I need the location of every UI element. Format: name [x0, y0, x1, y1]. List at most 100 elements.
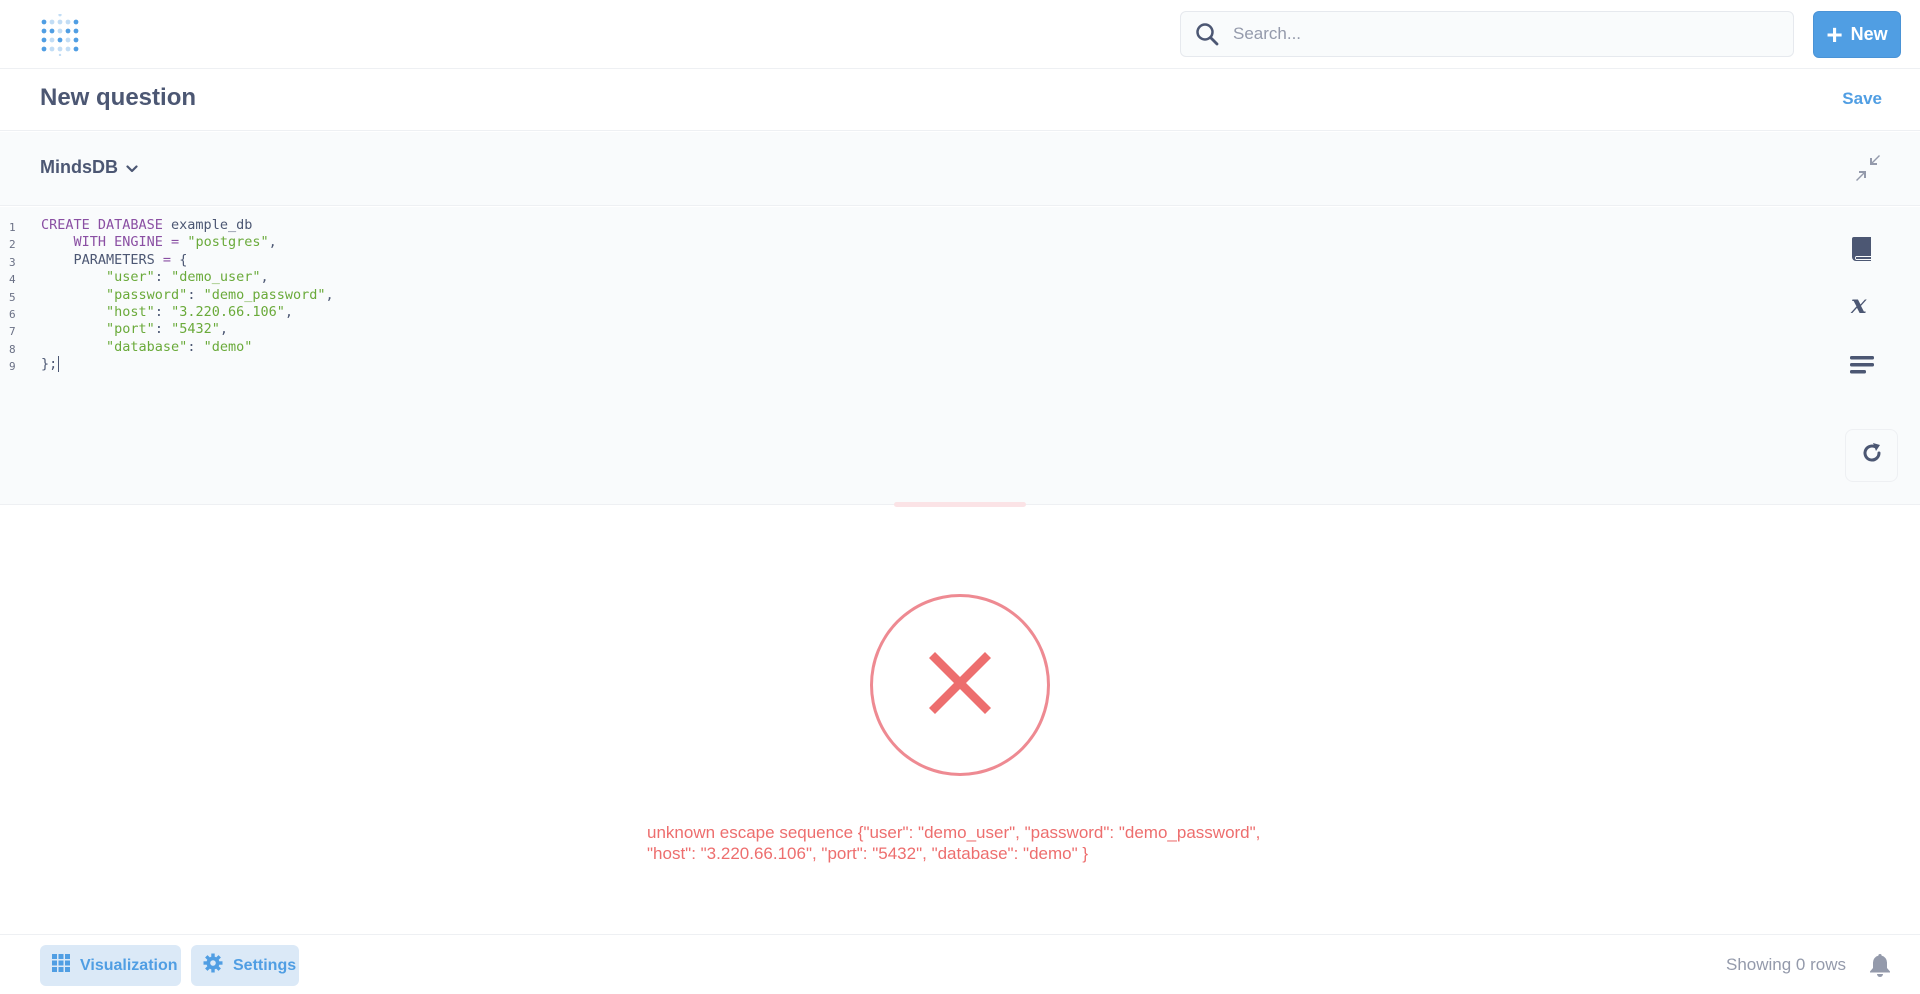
- svg-text:x: x: [1850, 291, 1867, 319]
- visualization-label: Visualization: [80, 956, 178, 974]
- search-icon: [1195, 22, 1219, 46]
- code-line[interactable]: 1 CREATE DATABASE example_db: [0, 217, 334, 234]
- save-button[interactable]: Save: [1842, 89, 1882, 109]
- gear-icon: [203, 953, 223, 978]
- top-navigation: + New: [0, 0, 1920, 69]
- bell-icon[interactable]: [1869, 953, 1891, 977]
- code-token: "postgres": [187, 234, 269, 251]
- code-token: "password": [106, 286, 188, 303]
- text-cursor: [58, 356, 60, 373]
- refresh-icon: [1860, 441, 1884, 470]
- code-text: WITH ENGINE = "postgres",: [30, 234, 277, 251]
- new-button[interactable]: + New: [1813, 11, 1901, 58]
- line-number: 7: [9, 325, 16, 339]
- code-token: {: [171, 251, 188, 268]
- close-icon: [927, 650, 993, 721]
- new-button-label: New: [1850, 24, 1888, 44]
- code-token: "database": [106, 338, 188, 355]
- code-token: :: [187, 286, 204, 303]
- code-line[interactable]: 2 WITH ENGINE = "postgres",: [0, 234, 334, 251]
- line-number: 2: [9, 238, 16, 252]
- settings-button[interactable]: Settings: [191, 945, 299, 986]
- page-title[interactable]: New question: [40, 84, 196, 112]
- visualization-button[interactable]: Visualization: [40, 945, 181, 986]
- code-text: "host": "3.220.66.106",: [30, 304, 293, 321]
- collapse-icon[interactable]: [1854, 154, 1882, 182]
- snippet-icon[interactable]: [1848, 351, 1876, 379]
- code-token: "port": [106, 321, 155, 338]
- code-lines[interactable]: 1 CREATE DATABASE example_db 2 WITH ENGINE…: [0, 217, 334, 374]
- code-token: ,: [268, 234, 277, 251]
- error-message: unknown escape sequence {"user": "demo_u…: [647, 822, 1287, 864]
- resize-handle[interactable]: [894, 502, 1026, 507]
- chevron-down-icon: [126, 157, 138, 178]
- code-token: =: [162, 251, 172, 268]
- line-number: 8: [9, 342, 16, 356]
- code-line[interactable]: 3 PARAMETERS = {: [0, 252, 334, 269]
- code-text: };: [30, 356, 60, 373]
- code-token: :: [154, 269, 172, 286]
- code-token: ,: [260, 269, 269, 286]
- code-text: PARAMETERS = {: [30, 251, 188, 269]
- code-token: example_db: [162, 217, 253, 233]
- code-token: "user": [106, 269, 155, 286]
- search-input[interactable]: [1233, 24, 1753, 44]
- code-line[interactable]: 7 "port": "5432",: [0, 321, 334, 338]
- metabase-logo-icon[interactable]: [40, 13, 80, 57]
- code-text: "user": "demo_user",: [30, 269, 269, 286]
- row-count: Showing 0 rows: [1726, 955, 1847, 974]
- database-selector-bar: MindsDB: [0, 132, 1920, 206]
- line-number: 4: [9, 273, 16, 287]
- code-line[interactable]: 4 "user": "demo_user",: [0, 269, 334, 286]
- code-token: "host": [106, 303, 155, 320]
- footer-bar: Visualization Settings Showing 0 rows: [0, 934, 1920, 994]
- sql-editor[interactable]: 1 CREATE DATABASE example_db 2 WITH ENGINE…: [0, 207, 1920, 505]
- code-text: "database": "demo": [30, 339, 252, 356]
- code-token: PARAMETERS: [41, 251, 163, 268]
- book-icon[interactable]: [1848, 234, 1876, 262]
- line-number: 9: [9, 360, 16, 374]
- line-number: 1: [9, 221, 16, 234]
- code-line[interactable]: 6 "host": "3.220.66.106",: [0, 304, 334, 321]
- database-name: MindsDB: [40, 157, 118, 177]
- database-picker[interactable]: MindsDB: [40, 157, 138, 178]
- code-token: ,: [219, 321, 228, 338]
- code-text: "password": "demo_password",: [30, 287, 334, 304]
- question-header: New question Save: [0, 70, 1920, 131]
- code-token: WITH ENGINE =: [73, 234, 188, 251]
- line-number: 6: [9, 307, 16, 321]
- line-number: 3: [9, 255, 16, 269]
- run-query-button[interactable]: [1845, 429, 1898, 482]
- line-number: 5: [9, 290, 16, 304]
- code-token: :: [154, 321, 172, 338]
- code-token: "demo": [203, 338, 253, 355]
- code-line[interactable]: 9};: [0, 356, 334, 373]
- code-token: CREATE DATABASE: [41, 217, 163, 233]
- code-token: ,: [284, 303, 294, 320]
- settings-label: Settings: [233, 956, 297, 974]
- code-token: "demo_user": [171, 269, 261, 286]
- code-token: "demo_password": [203, 286, 326, 303]
- search-bar[interactable]: [1180, 11, 1794, 57]
- error-message-line-2: "host": "3.220.66.106", "port": "5432", …: [647, 844, 1089, 863]
- code-line[interactable]: 5 "password": "demo_password",: [0, 287, 334, 304]
- code-token: };: [41, 356, 58, 373]
- error-indicator: [870, 594, 1050, 776]
- code-text: CREATE DATABASE example_db: [30, 217, 252, 234]
- grid-icon: [52, 954, 70, 977]
- code-token: "5432": [171, 321, 220, 338]
- code-token: :: [154, 303, 172, 320]
- error-message-line-1: unknown escape sequence {"user": "demo_u…: [647, 823, 1261, 842]
- code-token: ,: [325, 286, 334, 303]
- plus-icon: +: [1826, 18, 1843, 50]
- variable-icon[interactable]: x: [1848, 290, 1876, 320]
- code-token: :: [187, 338, 204, 355]
- code-line[interactable]: 8 "database": "demo": [0, 339, 334, 356]
- code-text: "port": "5432",: [30, 321, 228, 338]
